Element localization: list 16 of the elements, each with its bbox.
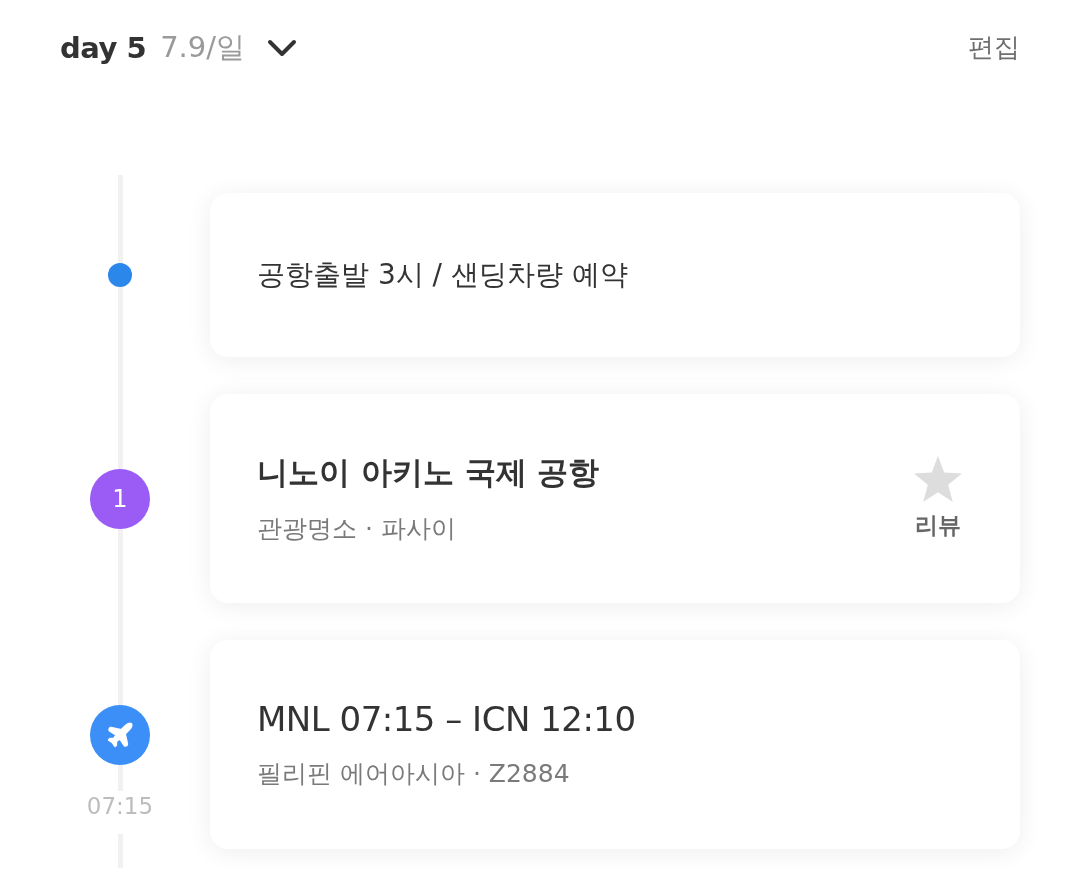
edit-button[interactable]: 편집 [968, 30, 1020, 65]
schedule-card[interactable]: MNL 07:15 – ICN 12:10 필리핀 에어아시아 · Z2884 [210, 640, 1020, 849]
day-title: day 5 [60, 30, 147, 65]
star-icon [914, 456, 962, 502]
departure-time: 07:15 [86, 791, 154, 834]
flight-route: MNL 07:15 – ICN 12:10 [257, 699, 636, 739]
flight-subtitle: 필리핀 에어아시아 · Z2884 [257, 758, 571, 790]
chevron-down-icon[interactable] [267, 37, 297, 58]
schedule-card[interactable]: 공항출발 3시 / 샌딩차량 예약 [210, 193, 1020, 357]
review-button[interactable]: 리뷰 [914, 456, 962, 541]
day-date: 7.9/일 [160, 28, 245, 66]
place-subtitle: 관광명소 · 파사이 [257, 513, 457, 545]
schedule-card[interactable]: 니노이 아키노 국제 공항 관광명소 · 파사이 리뷰 [210, 394, 1020, 603]
place-title: 니노이 아키노 국제 공항 [257, 453, 600, 492]
number-badge: 1 [90, 468, 150, 529]
memo-text: 공항출발 3시 / 샌딩차량 예약 [257, 257, 628, 293]
